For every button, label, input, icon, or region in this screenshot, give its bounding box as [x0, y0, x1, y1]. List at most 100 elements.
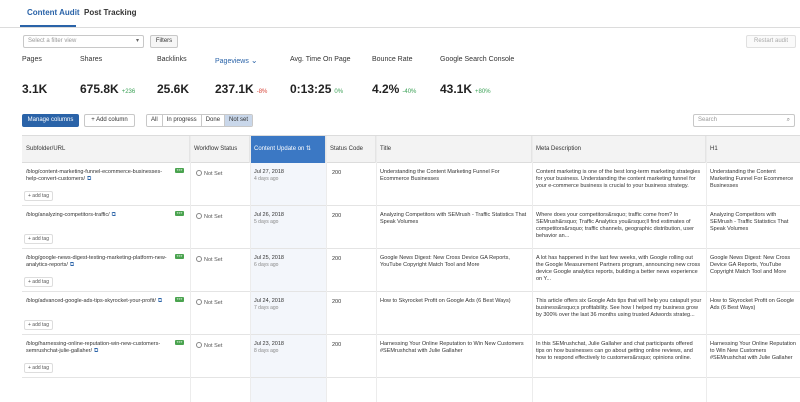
row-url[interactable]: /blog/content-marketing-funnel-ecommerce… — [26, 169, 172, 183]
status-code: 200 — [332, 299, 342, 305]
add-column-button[interactable]: + Add column — [84, 114, 135, 127]
update-date: Jul 25, 2018 — [254, 255, 284, 261]
segment-not-set[interactable]: Not set — [225, 115, 253, 126]
column-header-workflow-status[interactable]: Workflow Status — [190, 136, 250, 163]
metric-pages[interactable]: Pages 3.1K — [22, 56, 47, 96]
content-badge: TXT — [175, 211, 184, 216]
clock-icon — [196, 299, 202, 305]
external-link-icon[interactable]: ⧉ — [158, 298, 162, 304]
workflow-filter-segments: All In progress Done Not set — [146, 114, 254, 127]
row-meta-description: In this SEMrushchat, Julie Gallaher and … — [536, 341, 693, 361]
filter-view-placeholder: Select a filter view — [28, 38, 77, 44]
column-header-url[interactable]: Subfolder/URL — [22, 136, 190, 163]
row-url[interactable]: /blog/google-news-digest-testing-marketi… — [26, 255, 172, 269]
update-date: Jul 23, 2018 — [254, 341, 284, 347]
add-tag-button[interactable]: + add tag — [24, 277, 53, 287]
column-header-title[interactable]: Title — [376, 136, 532, 163]
clock-icon — [196, 213, 202, 219]
external-link-icon[interactable]: ⧉ — [87, 176, 91, 182]
metric-delta: -40% — [402, 89, 417, 95]
content-badge: TXT — [175, 168, 184, 173]
metric-label: Google Search Console — [440, 56, 515, 63]
content-badge: TXT — [175, 254, 184, 259]
metric-value: 0:13:25 0% — [290, 82, 344, 96]
metric-backlinks[interactable]: Backlinks 25.6K — [157, 56, 189, 96]
filters-button[interactable]: Filters — [150, 35, 178, 48]
external-link-icon[interactable]: ⧉ — [94, 348, 98, 354]
add-tag-button[interactable]: + add tag — [24, 363, 53, 373]
metric-delta: +80% — [475, 89, 491, 95]
metric-google-search-console[interactable]: Google Search Console 43.1K +80% — [440, 56, 515, 96]
filter-row: Select a filter view ▾ Filters Restart a… — [0, 35, 800, 49]
row-url[interactable]: /blog/advanced-google-ads-tips-skyrocket… — [26, 298, 172, 305]
column-header-meta-description[interactable]: Meta Description — [532, 136, 706, 163]
metric-label: Pages — [22, 56, 42, 63]
workflow-status[interactable]: Not Set — [196, 342, 222, 349]
content-audit-table: Subfolder/URL Workflow Status Content Up… — [22, 135, 800, 402]
metric-label: Backlinks — [157, 56, 187, 63]
update-ago: 7 days ago — [254, 305, 279, 311]
metric-avg-time-on-page[interactable]: Avg. Time On Page 0:13:25 0% — [290, 56, 351, 96]
column-header-content-update[interactable]: Content Update on ⇅ — [250, 136, 326, 163]
table-row[interactable]: /blog/content-marketing-funnel-ecommerce… — [22, 164, 800, 206]
add-tag-button[interactable]: + add tag — [24, 191, 53, 201]
row-meta-description: Where does your competitors&rsquo; traff… — [536, 212, 694, 239]
row-h1: Analyzing Competitors with SEMrush - Tra… — [710, 212, 789, 232]
metric-bounce-rate[interactable]: Bounce Rate 4.2% -40% — [372, 56, 416, 96]
workflow-status[interactable]: Not Set — [196, 213, 222, 220]
row-h1: Google News Digest: New Cross Device GA … — [710, 255, 791, 275]
row-title: Analyzing Competitors with SEMrush - Tra… — [380, 212, 527, 225]
metric-value: 4.2% -40% — [372, 82, 417, 96]
content-badge: TXT — [175, 340, 184, 345]
workflow-status[interactable]: Not Set — [196, 256, 222, 263]
external-link-icon[interactable]: ⧉ — [70, 262, 74, 268]
tab-content-audit[interactable]: Content Audit — [27, 8, 80, 17]
row-h1: Harnessing Your Online Reputation to Win… — [710, 341, 796, 361]
column-divider — [532, 136, 533, 402]
table-row[interactable]: /blog/advanced-google-ads-tips-skyrocket… — [22, 293, 800, 335]
external-link-icon[interactable]: ⧉ — [112, 212, 116, 218]
search-icon: ⌕ — [786, 117, 790, 123]
chevron-down-icon: ⌄ — [250, 56, 258, 65]
workflow-status[interactable]: Not Set — [196, 170, 222, 177]
search-input[interactable]: Search ⌕ — [693, 114, 795, 127]
column-header-h1[interactable]: H1 — [706, 136, 800, 163]
row-title: Google News Digest: New Cross Device GA … — [380, 255, 510, 268]
search-placeholder: Search — [698, 117, 718, 123]
table-row[interactable]: /blog/harnessing-online-reputation-win-n… — [22, 336, 800, 378]
restart-audit-button[interactable]: Restart audit — [746, 35, 796, 48]
metric-value: 25.6K — [157, 82, 190, 96]
row-url[interactable]: /blog/harnessing-online-reputation-win-n… — [26, 341, 172, 355]
status-code: 200 — [332, 213, 342, 219]
metric-pageviews[interactable]: Pageviews ⌄ 237.1K -8% — [215, 56, 267, 96]
table-row[interactable]: /blog/google-news-digest-testing-marketi… — [22, 250, 800, 292]
metric-delta: +236 — [121, 89, 136, 95]
add-tag-button[interactable]: + add tag — [24, 320, 53, 330]
table-toolbar: Manage columns + Add column All In progr… — [0, 114, 800, 128]
segment-in-progress[interactable]: In progress — [162, 115, 202, 126]
status-code: 200 — [332, 256, 342, 262]
row-url[interactable]: /blog/analyzing-competitors-traffic/⧉ — [26, 212, 172, 219]
update-date: Jul 26, 2018 — [254, 212, 284, 218]
update-ago: 8 days ago — [254, 348, 279, 354]
tab-post-tracking[interactable]: Post Tracking — [84, 8, 136, 17]
metric-label: Shares — [80, 56, 103, 63]
workflow-status[interactable]: Not Set — [196, 299, 222, 306]
segment-all[interactable]: All — [147, 115, 163, 126]
row-h1: Understanding the Content Marketing Funn… — [710, 169, 794, 189]
add-tag-button[interactable]: + add tag — [24, 234, 53, 244]
column-divider — [326, 136, 327, 402]
column-divider — [190, 136, 191, 402]
row-meta-description: This article offers six Google Ads tips … — [536, 298, 702, 318]
column-divider — [376, 136, 377, 402]
row-meta-description: Content marketing is one of the best lon… — [536, 169, 701, 189]
table-row[interactable]: /blog/analyzing-competitors-traffic/⧉ TX… — [22, 207, 800, 249]
metric-shares[interactable]: Shares 675.8K +236 — [80, 56, 135, 96]
column-divider — [250, 136, 251, 402]
metric-value: 237.1K -8% — [215, 82, 268, 96]
manage-columns-button[interactable]: Manage columns — [22, 114, 79, 127]
segment-done[interactable]: Done — [201, 115, 226, 126]
column-header-status-code[interactable]: Status Code — [326, 136, 376, 163]
filter-view-select[interactable]: Select a filter view ▾ — [23, 35, 144, 48]
sort-arrows-icon: ⇅ — [306, 146, 312, 152]
